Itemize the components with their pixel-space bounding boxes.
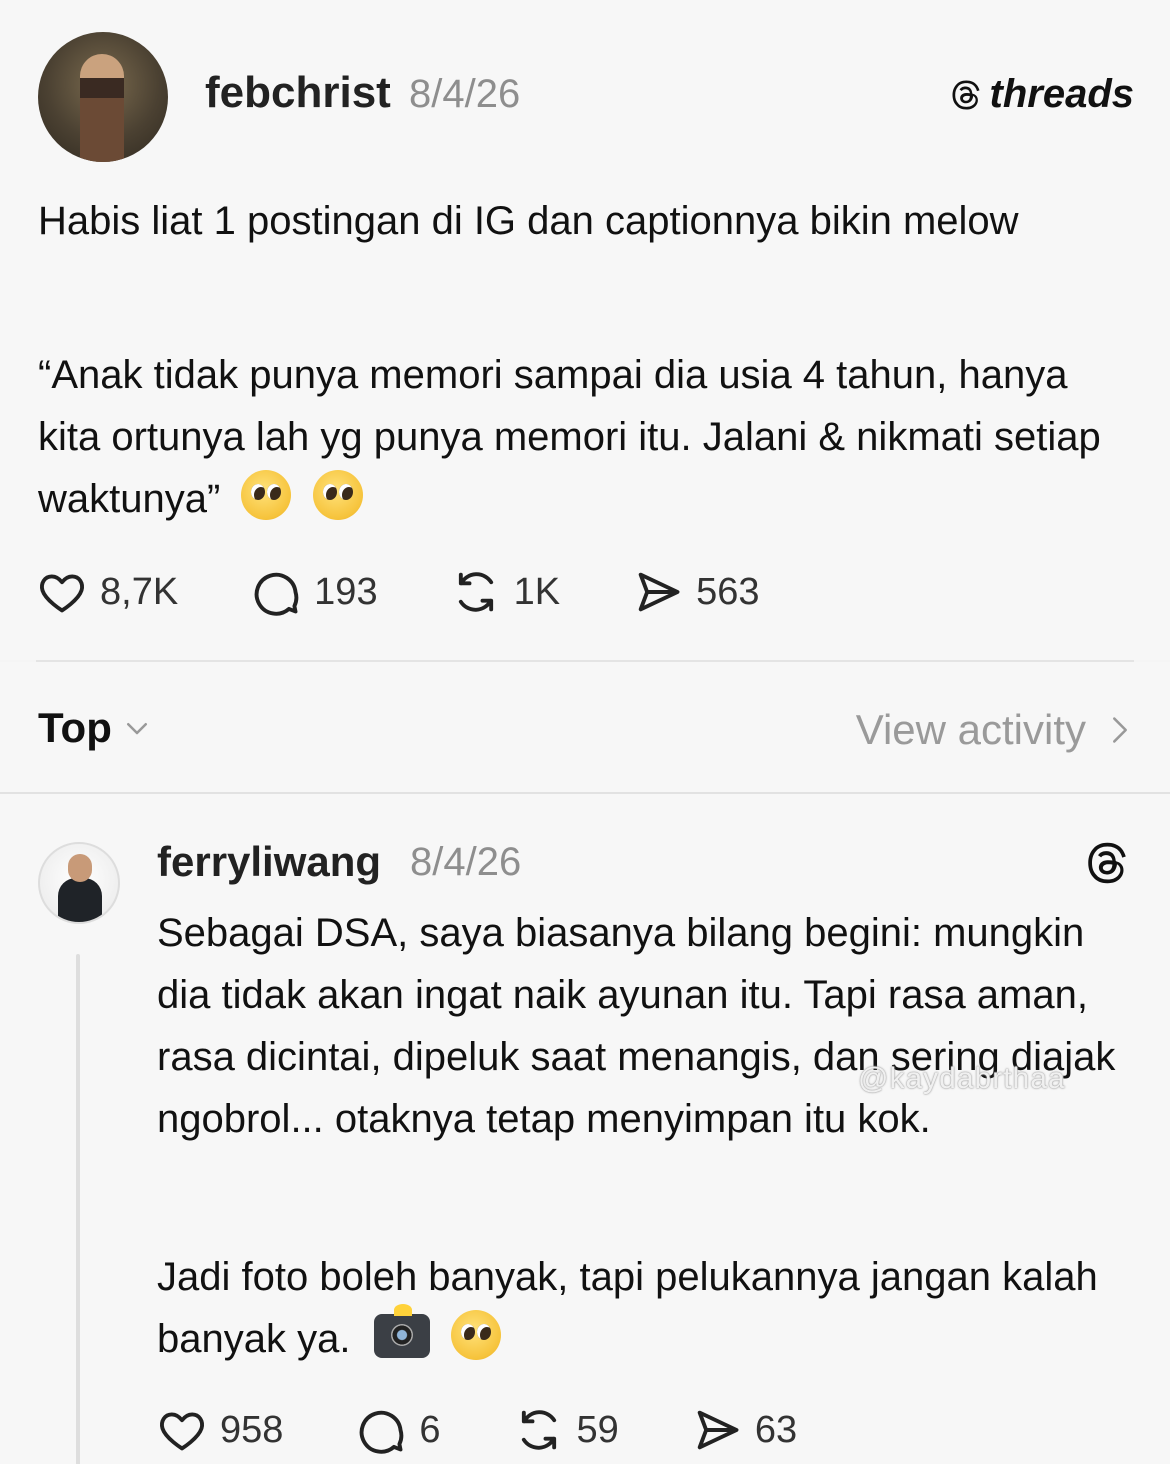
comment-count: 193 xyxy=(314,570,378,613)
repost-button[interactable]: 1K xyxy=(450,566,560,618)
comment-button[interactable]: 193 xyxy=(250,566,378,618)
like-button[interactable]: 8,7K xyxy=(36,566,178,618)
tiktok-watermark: @kaydabrthaa xyxy=(858,1062,1066,1095)
repost-icon xyxy=(458,572,493,612)
threads-logo: threads xyxy=(948,72,1135,117)
replies-filter-bar: Top View activity xyxy=(0,662,1170,792)
reply-action-bar: 958 6 59 63 xyxy=(156,1404,869,1456)
post-paragraph-1: Habis liat 1 postingan di IG dan caption… xyxy=(38,199,1019,243)
view-activity-label: View activity xyxy=(855,706,1086,753)
reply-comment-count: 6 xyxy=(419,1408,441,1451)
author-avatar[interactable] xyxy=(38,32,168,162)
reply-like-count: 958 xyxy=(220,1408,284,1451)
pleading-face-emoji xyxy=(450,1310,501,1360)
sort-label: Top xyxy=(38,704,112,751)
post-paragraph-2: “Anak tidak punya memori sampai dia usia… xyxy=(38,344,1138,530)
post-action-bar: 8,7K 193 1K 563 xyxy=(36,566,831,618)
reply-paragraph-1: Sebagai DSA, saya biasanya bilang begini… xyxy=(157,911,1116,1141)
reply-comment-button[interactable]: 6 xyxy=(355,1404,441,1456)
send-icon xyxy=(697,1410,739,1450)
reply-paragraph-2: Jadi foto boleh banyak, tapi pelukannya … xyxy=(157,1246,1137,1370)
share-count: 563 xyxy=(696,570,760,613)
comment-icon xyxy=(254,572,299,616)
threads-icon xyxy=(952,79,979,110)
reply-author-username[interactable]: ferryliwang xyxy=(157,838,381,886)
camera-with-flash-emoji xyxy=(373,1304,430,1358)
share-button[interactable]: 563 xyxy=(632,566,759,618)
reply-closing-text: Jadi foto boleh banyak, tapi pelukannya … xyxy=(157,1255,1098,1361)
pleading-face-emoji xyxy=(312,470,363,520)
reply-post: ferryliwang 8/4/26 Sebagai DSA, saya bia… xyxy=(0,794,1170,1464)
reply-date: 8/4/26 xyxy=(410,840,522,884)
original-post: febchrist 8/4/26 threads Habis liat 1 po… xyxy=(0,0,1170,660)
reply-like-button[interactable]: 958 xyxy=(156,1404,283,1456)
send-icon xyxy=(638,572,680,612)
author-username[interactable]: febchrist xyxy=(205,68,391,118)
pleading-face-emoji xyxy=(241,470,292,520)
thread-line xyxy=(76,954,80,1464)
heart-icon xyxy=(40,574,84,613)
chevron-right-icon xyxy=(1113,717,1127,743)
reply-share-count: 63 xyxy=(754,1408,798,1451)
view-activity-link[interactable]: View activity xyxy=(856,706,1134,754)
sort-dropdown[interactable]: Top xyxy=(38,704,152,752)
chevron-down-icon xyxy=(126,723,147,735)
repost-count: 1K xyxy=(513,570,561,613)
like-count: 8,7K xyxy=(100,570,179,613)
reply-repost-count: 59 xyxy=(576,1408,619,1451)
reply-share-button[interactable]: 63 xyxy=(691,1404,797,1456)
threads-wordmark: threads xyxy=(989,72,1135,116)
threads-icon[interactable] xyxy=(1082,838,1132,888)
post-quote-text: “Anak tidak punya memori sampai dia usia… xyxy=(38,353,1101,521)
comment-icon xyxy=(360,1410,404,1454)
heart-icon xyxy=(160,1412,204,1451)
post-date: 8/4/26 xyxy=(409,72,521,116)
reply-author-avatar[interactable] xyxy=(38,842,120,924)
reply-repost-button[interactable]: 59 xyxy=(513,1404,619,1456)
repost-icon xyxy=(521,1410,556,1450)
